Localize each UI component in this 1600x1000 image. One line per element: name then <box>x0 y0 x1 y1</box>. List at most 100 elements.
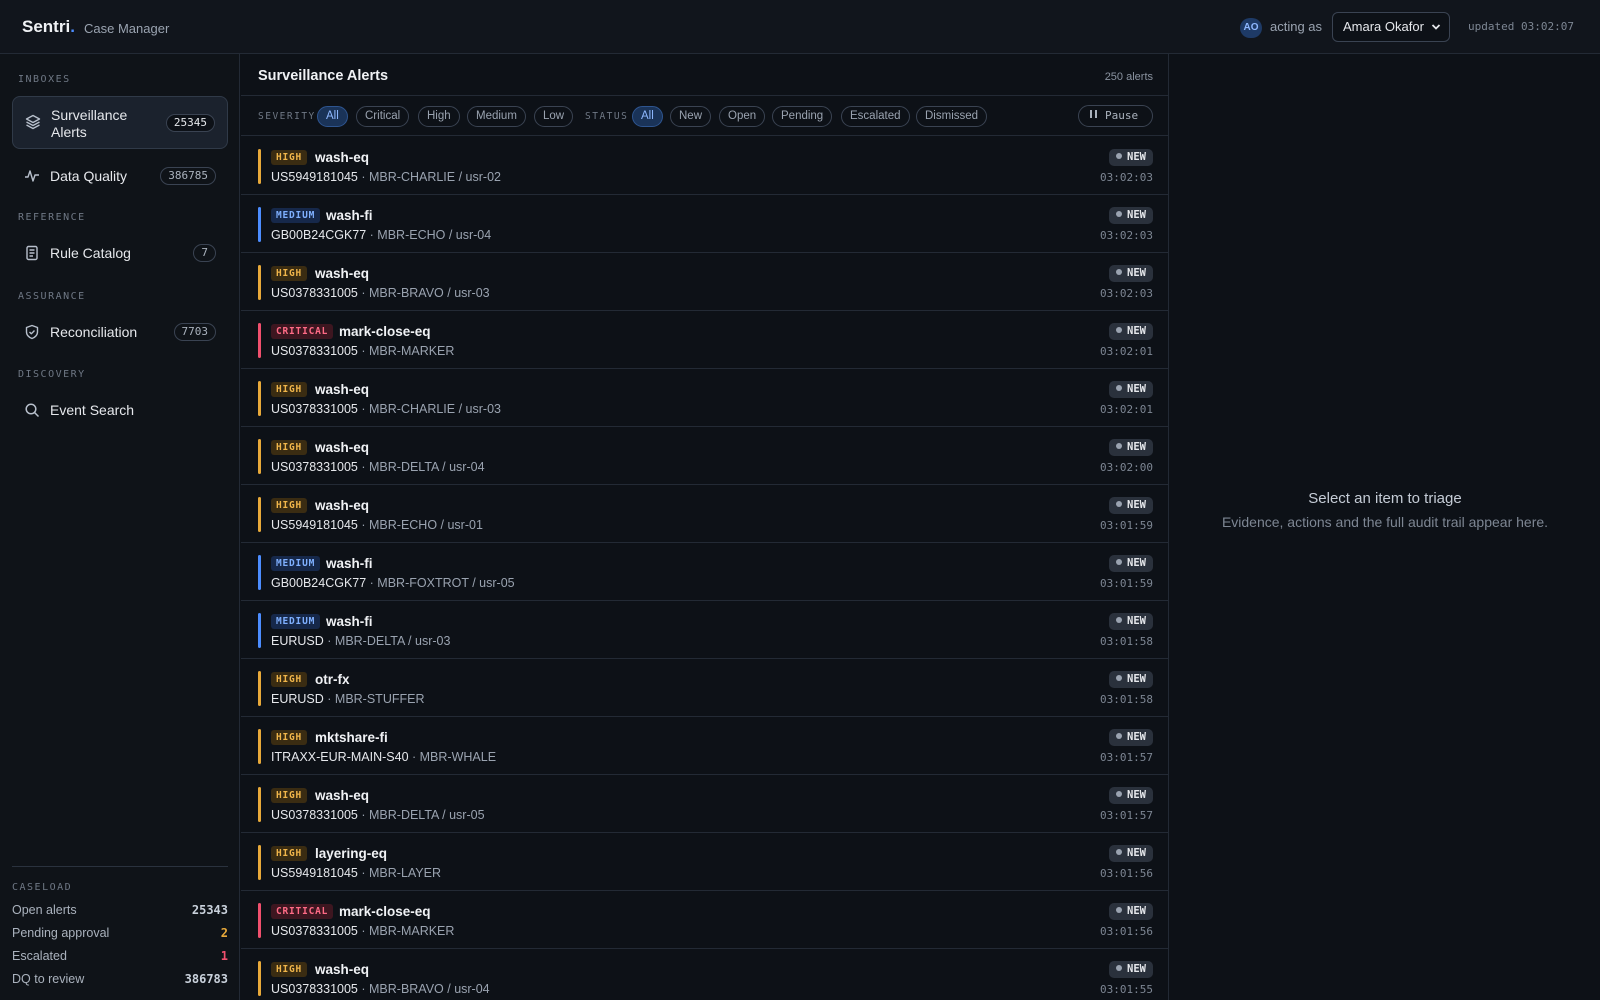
severity-indicator <box>258 787 261 822</box>
status-badge: NEW <box>1109 149 1153 166</box>
status-badge: NEW <box>1109 671 1153 688</box>
pause-icon <box>1089 106 1099 126</box>
filter-bar: SEVERITY All Critical High Medium Low ST… <box>241 96 1168 136</box>
status-dot-icon <box>1116 791 1123 797</box>
stat-label: Open alerts <box>12 903 77 917</box>
alert-row[interactable]: CRITICAL mark-close-eq US0378331005 · MBR-… <box>241 891 1168 949</box>
status-label: NEW <box>1127 267 1146 279</box>
status-chip-open[interactable]: Open <box>719 106 766 127</box>
sidebar-item-label: Data Quality <box>50 168 128 184</box>
severity-badge: HIGH <box>271 962 308 977</box>
alert-subject: US5949181045 · MBR-CHARLIE / usr-02 <box>271 170 501 184</box>
stat-value: 25343 <box>191 903 228 917</box>
alert-instrument: GB00B24CGK77 <box>271 576 367 590</box>
severity-chip-high[interactable]: High <box>418 106 460 127</box>
status-chip-escalated[interactable]: Escalated <box>841 106 910 127</box>
section-label-assurance: ASSURANCE <box>18 291 86 302</box>
status-badge: NEW <box>1109 439 1153 456</box>
alert-row[interactable]: HIGH wash-eq US5949181045 · MBR-ECHO / usr… <box>241 485 1168 543</box>
severity-indicator <box>258 555 261 590</box>
alert-row[interactable]: HIGH wash-eq US0378331005 · MBR-DELTA / us… <box>241 775 1168 833</box>
alert-time: 03:02:01 <box>1100 403 1153 416</box>
status-chip-all[interactable]: All <box>632 106 663 127</box>
alert-row[interactable]: HIGH otr-fx EURUSD · MBR-STUFFER NEW 03:01:5… <box>241 659 1168 717</box>
sidebar-item-event-search[interactable]: Event Search <box>12 392 228 428</box>
severity-badge: CRITICAL <box>271 904 334 919</box>
alert-time: 03:01:58 <box>1100 635 1153 648</box>
updated-timestamp: updated 03:02:07 <box>1468 20 1574 33</box>
severity-badge: HIGH <box>271 730 308 745</box>
section-label-discovery: DISCOVERY <box>18 369 86 380</box>
sidebar-item-reconciliation[interactable]: Reconciliation 7703 <box>12 314 228 350</box>
severity-indicator <box>258 265 261 300</box>
alert-rule: wash-eq <box>315 788 370 803</box>
alert-row[interactable]: HIGH wash-eq US0378331005 · MBR-BRAVO / us… <box>241 949 1168 1000</box>
sidebar-item-data-quality[interactable]: Data Quality 386785 <box>12 158 228 194</box>
severity-indicator <box>258 381 261 416</box>
alert-rule: otr-fx <box>315 672 350 687</box>
alert-member: · MBR-CHARLIE / usr-02 <box>357 170 501 184</box>
status-dot-icon <box>1116 849 1123 855</box>
stat-escalated: Escalated 1 <box>12 949 228 967</box>
status-label: NEW <box>1127 615 1146 627</box>
alert-row[interactable]: HIGH wash-eq US0378331005 · MBR-BRAVO / us… <box>241 253 1168 311</box>
detail-pane: Select an item to triage Evidence, actio… <box>1170 54 1600 1000</box>
alert-row[interactable]: HIGH layering-eq US5949181045 · MBR-LAYER N… <box>241 833 1168 891</box>
alert-row[interactable]: HIGH wash-eq US0378331005 · MBR-CHARLIE / … <box>241 369 1168 427</box>
alert-row[interactable]: HIGH wash-eq US0378331005 · MBR-DELTA / us… <box>241 427 1168 485</box>
severity-chip-critical[interactable]: Critical <box>356 106 410 127</box>
status-badge: NEW <box>1109 207 1153 224</box>
severity-indicator <box>258 149 261 184</box>
sidebar-item-label: Surveillance Alerts <box>51 107 128 140</box>
alert-row[interactable]: MEDIUM wash-fi EURUSD · MBR-DELTA / usr-03… <box>241 601 1168 659</box>
status-dot-icon <box>1116 675 1123 681</box>
alert-instrument: US0378331005 <box>271 808 358 822</box>
avatar: AO <box>1240 18 1262 38</box>
sidebar-item-count: 7 <box>193 244 216 262</box>
alert-rule: wash-eq <box>315 150 370 165</box>
severity-chip-all[interactable]: All <box>317 106 348 127</box>
status-dot-icon <box>1116 211 1123 217</box>
alert-subject: US0378331005 · MBR-BRAVO / usr-04 <box>271 982 490 996</box>
sidebar-item-surveillance-alerts[interactable]: Surveillance Alerts 25345 <box>12 96 228 149</box>
status-label: NEW <box>1127 847 1146 859</box>
sidebar-item-label: Event Search <box>50 402 135 418</box>
status-dot-icon <box>1116 153 1123 159</box>
page-title: Surveillance Alerts <box>258 68 389 84</box>
stat-label: Pending approval <box>12 926 110 940</box>
caseload-title: CASELOAD <box>12 882 73 893</box>
alert-time: 03:01:57 <box>1100 751 1153 764</box>
alert-time: 03:02:01 <box>1100 345 1153 358</box>
alert-row[interactable]: MEDIUM wash-fi GB00B24CGK77 · MBR-ECHO / u… <box>241 195 1168 253</box>
alert-member: · MBR-WHALE <box>408 750 497 764</box>
severity-chip-low[interactable]: Low <box>534 106 574 127</box>
alert-row[interactable]: HIGH wash-eq US5949181045 · MBR-CHARLIE / … <box>241 137 1168 195</box>
severity-indicator <box>258 323 261 358</box>
status-badge: NEW <box>1109 903 1153 920</box>
status-badge: NEW <box>1109 555 1153 572</box>
shield-check-icon <box>24 324 40 340</box>
caseload-divider <box>12 866 228 867</box>
brand-logo[interactable]: Sentri. <box>22 17 75 37</box>
sidebar-item-rule-catalog[interactable]: Rule Catalog 7 <box>12 235 228 271</box>
severity-chip-medium[interactable]: Medium <box>467 106 526 127</box>
severity-badge: CRITICAL <box>271 324 334 339</box>
alert-row[interactable]: CRITICAL mark-close-eq US0378331005 · MBR-… <box>241 311 1168 369</box>
alert-subject: US0378331005 · MBR-DELTA / usr-05 <box>271 808 485 822</box>
status-chip-new[interactable]: New <box>670 106 712 127</box>
alert-member: · MBR-DELTA / usr-03 <box>323 634 451 648</box>
status-dot-icon <box>1116 617 1123 623</box>
pause-button[interactable]: Pause <box>1078 105 1153 127</box>
severity-badge: HIGH <box>271 440 308 455</box>
user-select[interactable]: Amara Okafor <box>1332 12 1450 42</box>
alert-row[interactable]: HIGH mktshare-fi ITRAXX-EUR-MAIN-S40 · MBR… <box>241 717 1168 775</box>
empty-state-text: Evidence, actions and the full audit tra… <box>1221 514 1549 530</box>
severity-badge: HIGH <box>271 498 308 513</box>
severity-badge: MEDIUM <box>271 208 321 223</box>
status-chip-dismissed[interactable]: Dismissed <box>916 106 988 127</box>
stat-dq-to-review: DQ to review 386783 <box>12 972 228 990</box>
alert-row[interactable]: MEDIUM wash-fi GB00B24CGK77 · MBR-FOXTROT … <box>241 543 1168 601</box>
status-chip-pending[interactable]: Pending <box>772 106 833 127</box>
status-dot-icon <box>1116 385 1123 391</box>
alert-time: 03:01:59 <box>1100 577 1153 590</box>
